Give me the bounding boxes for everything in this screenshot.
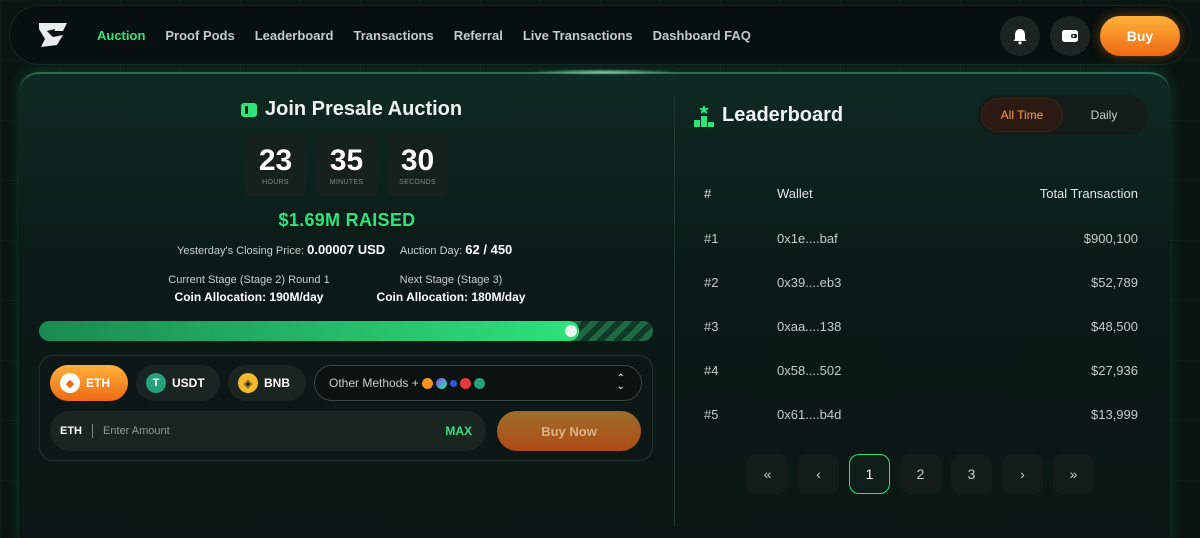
nav-link-referral[interactable]: Referral [454, 28, 503, 43]
presale-icon [241, 102, 257, 117]
timer-hours-label: HOURS [262, 178, 289, 186]
page-next-button[interactable]: › [1002, 454, 1043, 494]
column-header-rank: # [704, 186, 712, 201]
row-rank: #4 [704, 363, 719, 378]
page-1-button[interactable]: 1 [849, 454, 890, 494]
podium-icon [694, 104, 714, 127]
row-rank: #1 [704, 231, 719, 246]
raised-amount: $1.69M RAISED [278, 210, 416, 230]
row-wallet: 0x58....502 [777, 363, 842, 378]
main-card: Join Presale Auction 23 HOURS 35 MINUTES… [19, 69, 1170, 538]
auction-title: Join Presale Auction [265, 98, 463, 120]
timer-seconds-value: 30 [400, 143, 435, 177]
row-wallet: 0x61....b4d [777, 407, 842, 422]
nav-link-proof-pods[interactable]: Proof Pods [165, 28, 234, 43]
countdown-timer: 23 HOURS 35 MINUTES 30 SECONDS [245, 134, 448, 196]
toggle-all-time[interactable]: All Time [981, 98, 1063, 132]
nav-link-dashboard-faq[interactable]: Dashboard FAQ [653, 28, 751, 43]
timer-seconds-label: SECONDS [399, 178, 436, 186]
top-nav: Auction Proof Pods Leaderboard Transacti… [9, 5, 1191, 65]
auction-header: Join Presale Auction [241, 98, 462, 121]
nav-link-leaderboard[interactable]: Leaderboard [255, 28, 334, 43]
nav-link-auction[interactable]: Auction [97, 28, 145, 43]
column-header-wallet: Wallet [777, 186, 813, 201]
period-toggle: All Time Daily [978, 95, 1148, 135]
nav-links: Auction Proof Pods Leaderboard Transacti… [97, 28, 771, 43]
leaderboard-header: Leaderboard [694, 104, 843, 127]
row-rank: #2 [704, 275, 719, 290]
leaderboard-title: Leaderboard [722, 104, 844, 126]
wallet-button[interactable] [1050, 16, 1090, 56]
row-wallet: 0x39....eb3 [777, 275, 842, 290]
toggle-daily[interactable]: Daily [1063, 98, 1145, 132]
timer-minutes-label: MINUTES [329, 178, 364, 186]
row-wallet: 0x1e....baf [777, 231, 838, 246]
table-row: #2 0x39....eb3 $52,789 [19, 275, 1170, 295]
pagination: « ‹ 1 2 3 › » [747, 454, 1094, 494]
timer-hours-value: 23 [258, 143, 293, 177]
row-rank: #3 [704, 319, 719, 334]
nav-link-live-transactions[interactable]: Live Transactions [523, 28, 633, 43]
wallet-icon [1062, 30, 1078, 42]
table-row: #5 0x61....b4d $13,999 [19, 407, 1170, 427]
page-2-button[interactable]: 2 [900, 454, 941, 494]
page-first-button[interactable]: « [747, 454, 788, 494]
top-glow [529, 69, 679, 75]
table-row: #1 0x1e....baf $900,100 [19, 231, 1170, 251]
column-divider [674, 96, 675, 526]
nav-actions: Buy [1000, 16, 1180, 56]
page-3-button[interactable]: 3 [951, 454, 992, 494]
timer-minutes-value: 35 [329, 143, 364, 177]
row-total: $52,789 [1091, 275, 1138, 290]
timer-seconds: 30 SECONDS [387, 134, 448, 196]
buy-button[interactable]: Buy [1100, 16, 1180, 56]
row-total: $900,100 [1083, 231, 1138, 246]
notifications-button[interactable] [1000, 16, 1040, 56]
logo-icon[interactable] [33, 15, 73, 55]
page-last-button[interactable]: » [1053, 454, 1094, 494]
timer-minutes: 35 MINUTES [316, 134, 377, 196]
row-wallet: 0xaa....138 [777, 319, 842, 334]
row-total: $13,999 [1091, 407, 1138, 422]
column-header-total: Total Transaction [1039, 186, 1138, 201]
bell-icon [1013, 29, 1027, 45]
timer-hours: 23 HOURS [245, 134, 306, 196]
row-total: $48,500 [1091, 319, 1138, 334]
row-rank: #5 [704, 407, 719, 422]
row-total: $27,936 [1091, 363, 1138, 378]
nav-link-transactions[interactable]: Transactions [353, 28, 433, 43]
page-prev-button[interactable]: ‹ [798, 454, 839, 494]
table-row: #4 0x58....502 $27,936 [19, 363, 1170, 383]
table-row: #3 0xaa....138 $48,500 [19, 319, 1170, 339]
